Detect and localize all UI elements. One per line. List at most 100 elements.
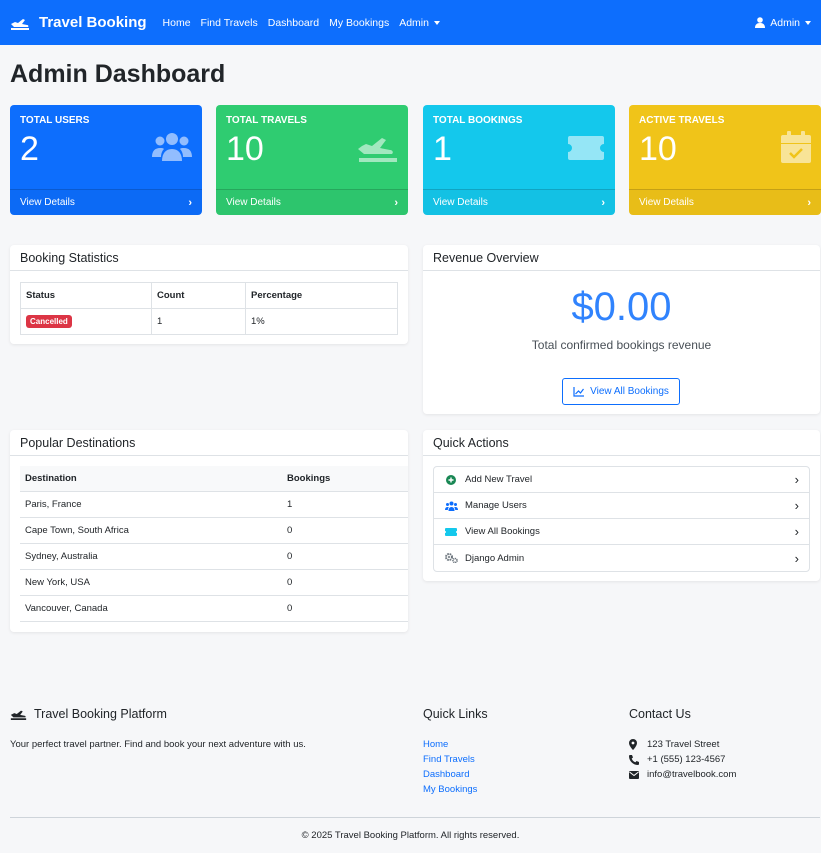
footer-link-home[interactable]: Home: [423, 739, 448, 750]
user-menu[interactable]: Admin: [755, 17, 811, 29]
stat-card-total-bookings: TOTAL BOOKINGS 1 View Details ›: [423, 105, 615, 215]
table-header-row: Status Count Percentage: [20, 282, 398, 309]
quick-action-view-all-bookings[interactable]: View All Bookings ›: [434, 519, 809, 545]
view-details-link[interactable]: View Details ›: [10, 189, 202, 215]
table-row: New York, USA 0: [20, 569, 408, 596]
contact-phone-text: +1 (555) 123-4567: [647, 754, 726, 765]
quick-action-add-new-travel[interactable]: Add New Travel ›: [434, 467, 809, 493]
quick-actions-card: Quick Actions Add New Travel › Manage Us…: [423, 430, 820, 581]
footer-quick-links-title: Quick Links: [423, 707, 488, 721]
chevron-right-icon: ›: [794, 550, 799, 566]
view-details-label: View Details: [639, 197, 694, 208]
view-details-link[interactable]: View Details ›: [216, 189, 408, 215]
column-header: Bookings: [282, 466, 408, 492]
view-details-label: View Details: [20, 197, 75, 208]
table-row: Paris, France 1: [20, 491, 408, 518]
nav-my-bookings[interactable]: My Bookings: [329, 17, 389, 29]
destination-cell: Sydney, Australia: [20, 543, 282, 570]
quick-action-label: Add New Travel: [465, 474, 533, 485]
bookings-cell: 1: [282, 491, 408, 518]
stat-label: TOTAL BOOKINGS: [433, 115, 523, 126]
quick-action-label: View All Bookings: [465, 526, 540, 537]
card-title: Revenue Overview: [423, 245, 820, 271]
user-icon: [755, 17, 766, 28]
envelope-icon: [629, 770, 639, 779]
view-details-label: View Details: [226, 197, 281, 208]
destination-cell: Cape Town, South Africa: [20, 517, 282, 544]
booking-statistics-card: Booking Statistics Status Count Percenta…: [10, 245, 408, 344]
footer-brand-text: Travel Booking Platform: [34, 707, 167, 721]
table-row: Cancelled 1 1%: [20, 308, 398, 335]
popular-destinations-card: Popular Destinations Destination Booking…: [10, 430, 408, 632]
stat-label: TOTAL TRAVELS: [226, 115, 307, 126]
quick-actions-list: Add New Travel › Manage Users › View All…: [433, 466, 810, 572]
table-row: Vancouver, Canada 0: [20, 595, 408, 622]
quick-action-label: Manage Users: [465, 500, 527, 511]
revenue-subtitle: Total confirmed bookings revenue: [531, 338, 712, 352]
view-details-label: View Details: [433, 197, 488, 208]
status-badge: Cancelled: [26, 315, 72, 328]
footer-link-my-bookings[interactable]: My Bookings: [423, 784, 477, 795]
brand-link[interactable]: Travel Booking: [10, 14, 147, 31]
bookings-cell: 0: [282, 569, 408, 596]
map-marker-icon: [629, 739, 637, 750]
footer-tagline: Your perfect travel partner. Find and bo…: [10, 739, 306, 750]
status-cell: Cancelled: [20, 308, 152, 335]
contact-email: info@travelbook.com: [629, 769, 736, 780]
nav-dashboard[interactable]: Dashboard: [268, 17, 319, 29]
quick-action-django-admin[interactable]: Django Admin ›: [434, 545, 809, 571]
footer-copyright: © 2025 Travel Booking Platform. All righ…: [301, 830, 520, 841]
percentage-cell: 1%: [245, 308, 398, 335]
contact-address: 123 Travel Street: [629, 739, 719, 750]
nav-find-travels[interactable]: Find Travels: [201, 17, 258, 29]
table-row: Sydney, Australia 0: [20, 543, 408, 570]
bookings-cell: 0: [282, 595, 408, 622]
ticket-icon: [445, 527, 457, 536]
stat-label: ACTIVE TRAVELS: [639, 115, 725, 126]
destination-cell: New York, USA: [20, 569, 282, 596]
chevron-down-icon: [805, 20, 811, 25]
contact-phone: +1 (555) 123-4567: [629, 754, 725, 765]
view-details-link[interactable]: View Details ›: [423, 189, 615, 215]
chevron-right-icon: ›: [794, 524, 799, 539]
footer-link-find-travels[interactable]: Find Travels: [423, 754, 475, 765]
cogs-icon: [444, 553, 458, 563]
footer-link-dashboard[interactable]: Dashboard: [423, 769, 469, 780]
plane-icon: [10, 710, 27, 720]
stat-card-active-travels: ACTIVE TRAVELS 10 View Details ›: [629, 105, 821, 215]
column-header: Destination: [20, 466, 282, 492]
chevron-down-icon: [433, 20, 440, 25]
table-row: Cape Town, South Africa 0: [20, 517, 408, 544]
plane-icon: [11, 18, 29, 30]
nav-home[interactable]: Home: [163, 17, 191, 29]
users-icon: [444, 501, 458, 511]
bookings-cell: 0: [282, 517, 408, 544]
chevron-right-icon: ›: [601, 196, 605, 209]
user-menu-label: Admin: [770, 16, 800, 29]
footer-divider: [10, 817, 820, 818]
chevron-right-icon: ›: [807, 196, 811, 209]
chevron-right-icon: ›: [794, 472, 799, 487]
quick-action-manage-users[interactable]: Manage Users ›: [434, 493, 809, 519]
bookings-cell: 0: [282, 543, 408, 570]
chevron-right-icon: ›: [188, 196, 192, 209]
admin-dropdown-label: Admin: [399, 16, 429, 29]
chart-line-icon: [573, 386, 585, 397]
stat-card-total-users: TOTAL USERS 2 View Details ›: [10, 105, 202, 215]
booking-statistics-table: Status Count Percentage Cancelled 1 1%: [20, 282, 398, 335]
contact-email-text: info@travelbook.com: [647, 769, 737, 780]
contact-address-text: 123 Travel Street: [647, 739, 720, 750]
view-all-bookings-button[interactable]: View All Bookings: [562, 378, 680, 405]
card-title: Quick Actions: [423, 430, 820, 456]
view-all-bookings-label: View All Bookings: [590, 386, 669, 397]
revenue-overview-card: Revenue Overview $0.00 Total confirmed b…: [423, 245, 820, 414]
chevron-right-icon: ›: [394, 196, 398, 209]
plane-icon: [358, 138, 397, 162]
stat-card-total-travels: TOTAL TRAVELS 10 View Details ›: [216, 105, 408, 215]
view-details-link[interactable]: View Details ›: [629, 189, 821, 215]
phone-icon: [629, 754, 639, 765]
column-header: Status: [20, 282, 152, 309]
nav-admin-dropdown[interactable]: Admin: [399, 17, 440, 29]
page-title: Admin Dashboard: [10, 60, 226, 88]
plus-circle-icon: [446, 474, 456, 485]
